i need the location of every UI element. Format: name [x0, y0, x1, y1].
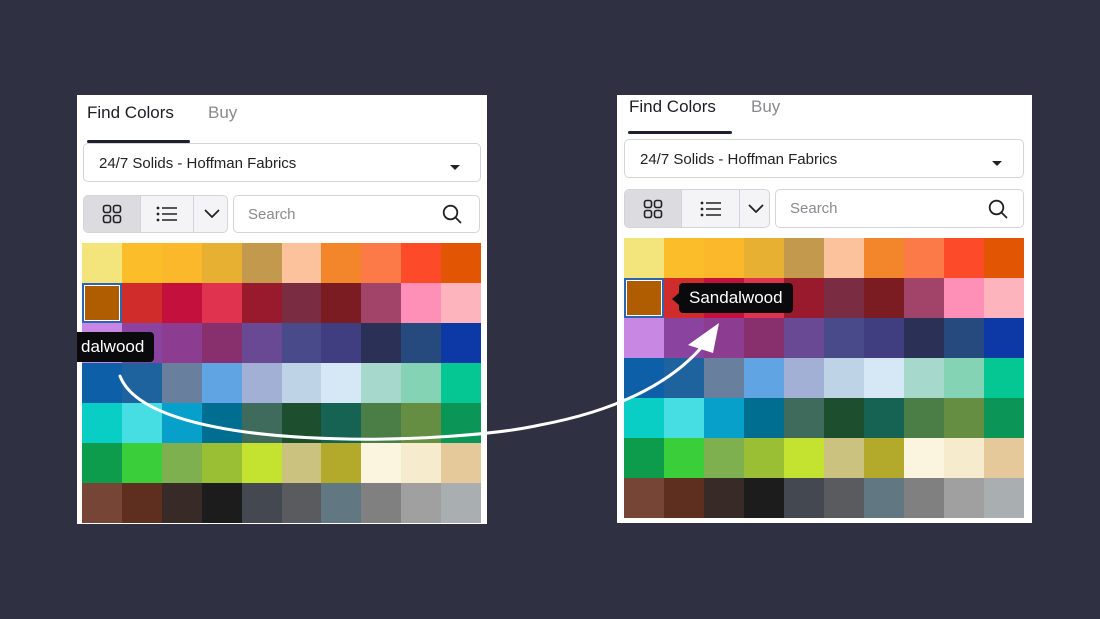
transition-arrow-head: [688, 323, 719, 353]
transition-arrow: [118, 323, 719, 441]
transition-arrow-curve: [118, 332, 714, 441]
